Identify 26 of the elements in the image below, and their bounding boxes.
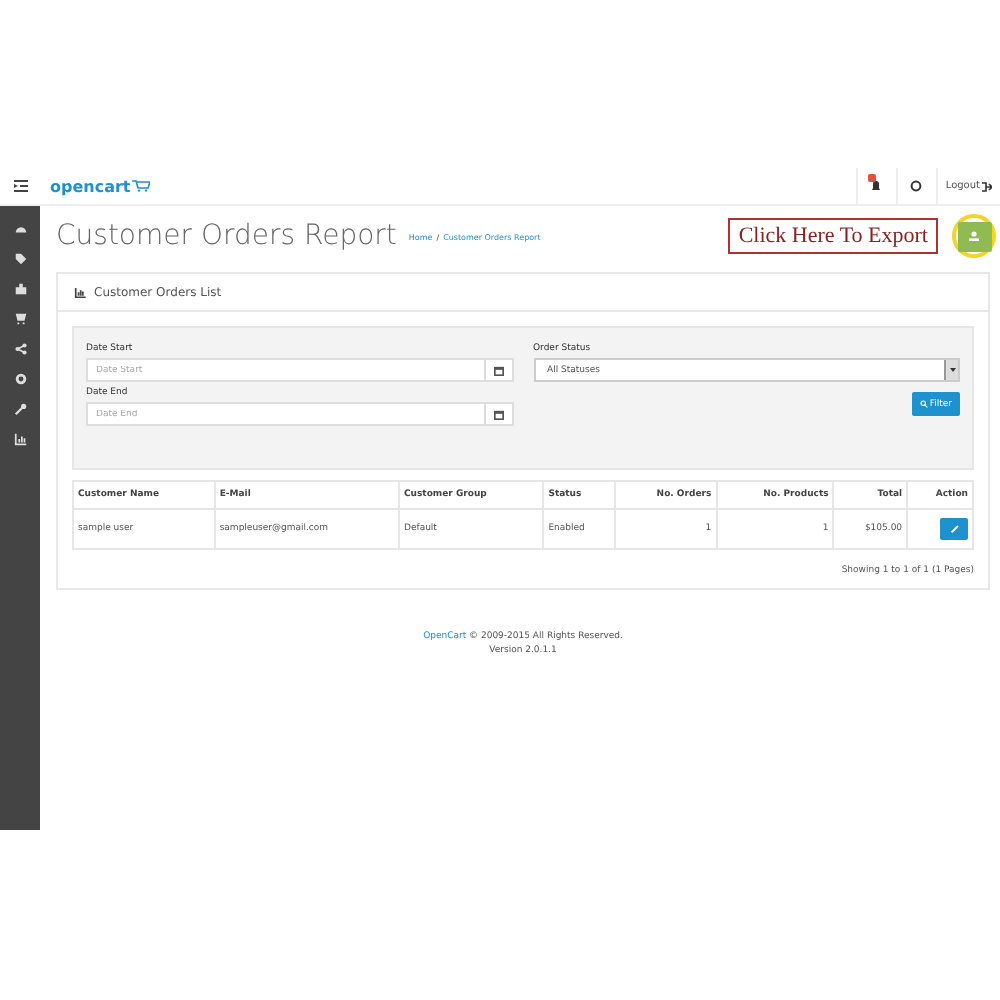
calendar-button[interactable] [485, 358, 513, 382]
puzzle-icon[interactable] [13, 282, 27, 296]
tag-icon[interactable] [13, 252, 27, 266]
user-icon [968, 230, 980, 242]
dashboard-icon[interactable] [13, 222, 27, 236]
bar-chart-icon [74, 287, 86, 297]
calendar-button[interactable] [485, 402, 513, 426]
cart-icon[interactable] [13, 312, 27, 326]
cart-icon [132, 180, 151, 192]
caret-icon [949, 368, 955, 372]
pencil-icon [949, 524, 959, 534]
page-title: Customer Orders Report [56, 220, 397, 252]
ring-icon [910, 180, 923, 192]
gear-icon[interactable] [13, 372, 27, 386]
bell-icon [870, 180, 883, 192]
menu-icon[interactable] [13, 180, 27, 192]
edit-button[interactable] [940, 518, 968, 540]
export-callout: Click Here To Export [728, 218, 938, 254]
wrench-icon[interactable] [13, 402, 27, 416]
search-icon [919, 400, 928, 408]
calendar-icon [493, 409, 503, 419]
calendar-icon [493, 365, 503, 375]
logout-icon [982, 181, 992, 191]
bar-chart-icon[interactable] [13, 432, 27, 446]
share-icon[interactable] [13, 342, 27, 356]
logo[interactable]: opencart [50, 177, 131, 195]
